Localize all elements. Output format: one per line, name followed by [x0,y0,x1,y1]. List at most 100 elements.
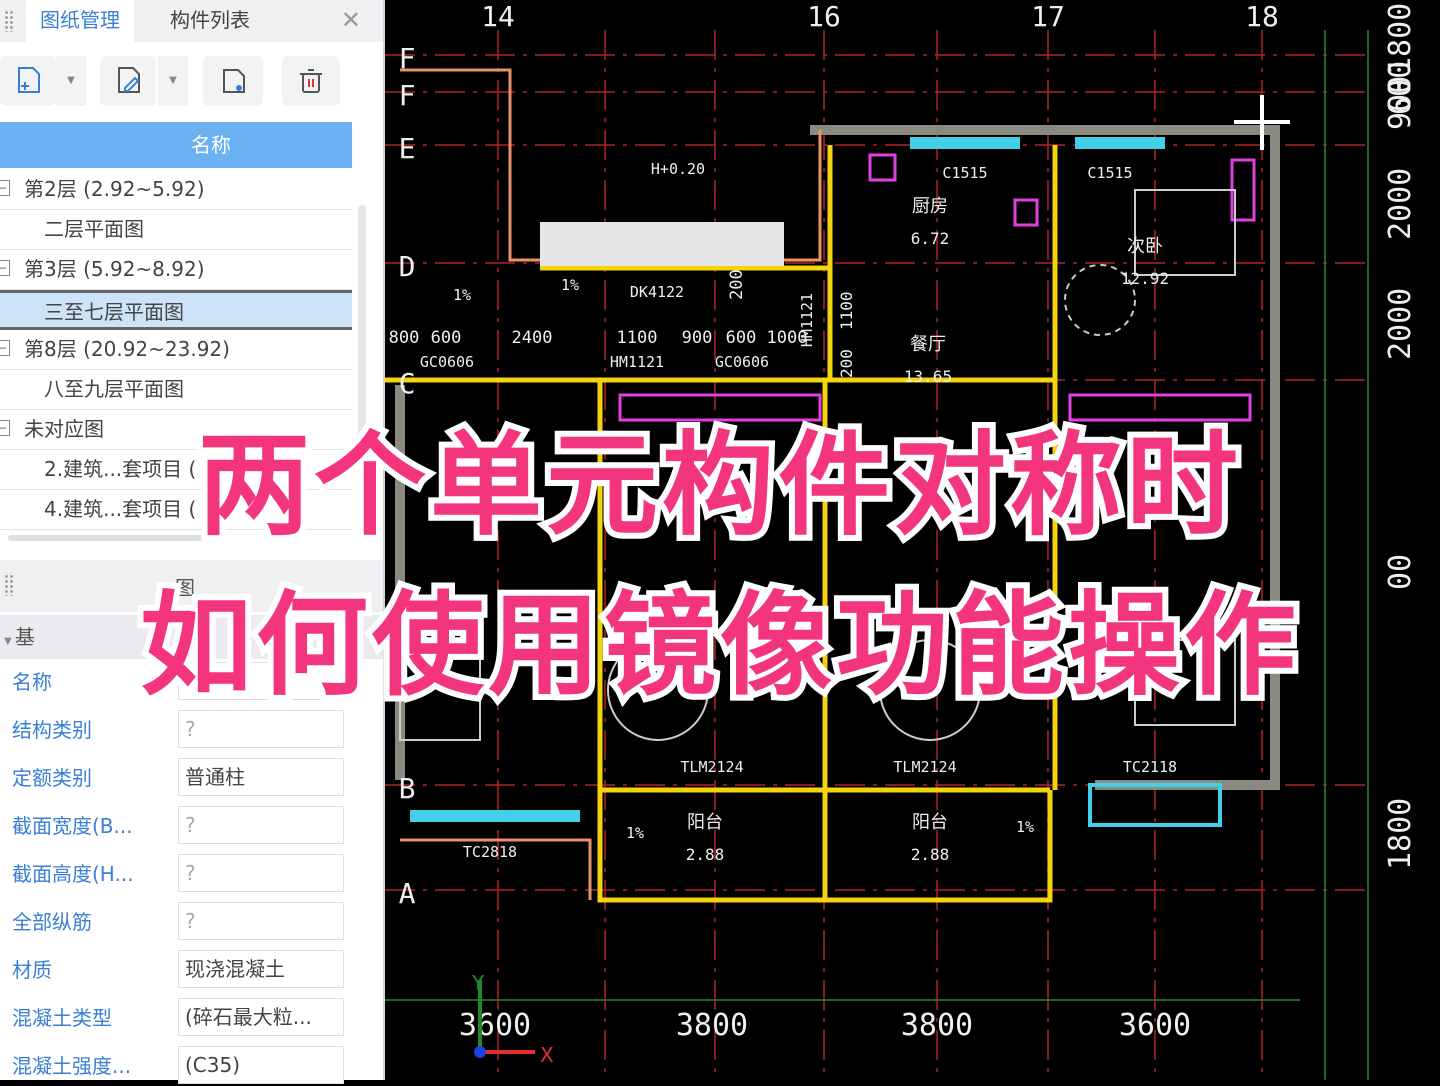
room-area: 2.88 [686,845,725,864]
dimension-inner: 600 [431,328,462,348]
drag-handle-icon[interactable] [4,10,14,32]
export-drawing-button[interactable] [203,56,263,106]
room-area: 6.72 [911,229,950,248]
ucs-y-label: Y [471,971,485,995]
dimension-inner: 900 [682,328,713,348]
component-tag: C1515 [942,164,987,182]
tree-label: 二层平面图 [44,217,144,241]
property-value-field[interactable]: (C35) [178,1046,344,1084]
tree-floor-2[interactable]: − 第2层 (2.92~5.92) [0,170,352,210]
dimension-bottom: 3800 [676,1008,748,1043]
edit-drawing-icon [118,67,140,93]
crosshair-cursor-icon [1234,95,1290,150]
component-tag: TC2818 [463,843,517,861]
property-label: 材质 [12,958,52,982]
axis-label-left: F [399,42,416,75]
dimension-inner: 200 [727,269,747,300]
property-label: 混凝土强度... [12,1054,132,1078]
dimension-bottom: 3600 [459,1008,531,1043]
property-label: 定额类别 [12,766,92,790]
component-tag: 1% [1016,818,1034,836]
room-name: 次卧 [1127,236,1163,257]
dimension-right: 900 [1383,76,1418,130]
component-tag: DK4122 [630,283,684,301]
tab-drawing-management[interactable]: 图纸管理 [26,0,134,42]
add-drawing-icon [18,67,40,93]
component-tag: H+0.20 [651,160,705,178]
property-value-field[interactable]: ? [178,902,344,940]
axis-label-left: B [399,772,416,805]
axis-label-left: D [399,250,416,283]
tree-floor-8[interactable]: − 第8层 (20.92~23.92) [0,330,352,370]
room-name: 阳台 [687,812,723,833]
tree-floor-3[interactable]: − 第3层 (5.92~8.92) [0,250,352,290]
component-tag: 1% [453,286,471,304]
axis-label-top: 17 [1031,0,1065,33]
component-tag: TLM2124 [893,758,956,776]
room-area: 2.88 [911,845,950,864]
property-value-field[interactable]: ? [178,806,344,844]
component-tag: HM1121 [610,353,664,371]
tree-label: 第2层 (2.92~5.92) [24,177,205,201]
column-header-name[interactable]: 名称 [0,122,352,168]
tab-component-list[interactable]: 构件列表 [156,0,264,42]
collapse-icon[interactable]: − [0,260,10,276]
component-tag: 1% [561,276,579,294]
room-area: 12.92 [1121,269,1169,288]
export-drawing-icon [223,69,245,93]
axis-label-top: 16 [807,0,841,33]
component-tag: GC0606 [420,353,474,371]
dimension-bottom: 3800 [901,1008,973,1043]
component-tag: GC0606 [715,353,769,371]
property-value-field[interactable]: (碎石最大粒... [178,998,344,1036]
collapse-icon[interactable]: − [0,340,10,356]
property-label: 混凝土类型 [12,1006,112,1030]
tree-drawing-item[interactable]: 二层平面图 [0,210,352,250]
component-tag: TLM2124 [680,758,743,776]
panel-tabs: 图纸管理 构件列表 ✕ [0,0,383,42]
dimension-inner: 1100 [837,291,856,330]
dimension-right: 2000 [1383,288,1418,360]
dimension-inner: 800 [389,328,420,348]
component-tag: HM1121 [798,293,816,347]
property-label: 全部纵筋 [12,910,92,934]
title-overlay-line1: 两个单元构件对称时 [192,415,1244,557]
property-value-field[interactable]: ? [178,854,344,892]
axis-label-top: 14 [481,0,515,33]
dimension-inner: 600 [726,328,757,348]
add-drawing-button[interactable] [0,56,56,106]
edit-drawing-button[interactable] [100,56,156,106]
collapse-icon[interactable]: − [0,180,10,196]
room-area: 13.65 [904,367,952,386]
property-label: 截面宽度(B... [12,814,133,838]
component-tag: 1% [626,824,644,842]
component-tag: TC2118 [1123,758,1177,776]
room-name: 阳台 [912,812,948,833]
edit-drawing-dropdown[interactable]: ▼ [158,56,188,106]
axis-label-left: F [399,79,416,112]
property-value-field[interactable]: 普通柱 [178,758,344,796]
tree-drawing-item-selected[interactable]: 三至七层平面图 [0,290,352,330]
ucs-x-label: X [540,1043,554,1067]
property-value-field[interactable]: 现浇混凝土 [178,950,344,988]
tree-label: 第3层 (5.92~8.92) [24,257,205,281]
component-tag: C1515 [1087,164,1132,182]
delete-icon [300,69,322,93]
tree-label: 三至七层平面图 [44,300,184,324]
tree-label: 第8层 (20.92~23.92) [24,337,230,361]
axis-label-top: 18 [1245,0,1279,33]
dimension-inner: 200 [837,349,856,378]
dimension-right: 2000 [1383,168,1418,240]
room-name: 厨房 [912,196,948,217]
property-label: 截面高度(H... [12,862,134,886]
close-icon[interactable]: ✕ [341,6,361,34]
title-overlay-line2: 如何使用镜像功能操作 [134,575,1302,717]
axis-label-left: A [399,877,416,910]
add-drawing-dropdown[interactable]: ▼ [56,56,86,106]
axis-label-left: E [399,132,416,165]
dimension-bottom: 3600 [1119,1008,1191,1043]
room-name: 餐厅 [910,334,946,355]
dimension-inner: 2400 [512,328,553,348]
dimension-inner: 1100 [617,328,658,348]
delete-drawing-button[interactable] [282,56,340,106]
